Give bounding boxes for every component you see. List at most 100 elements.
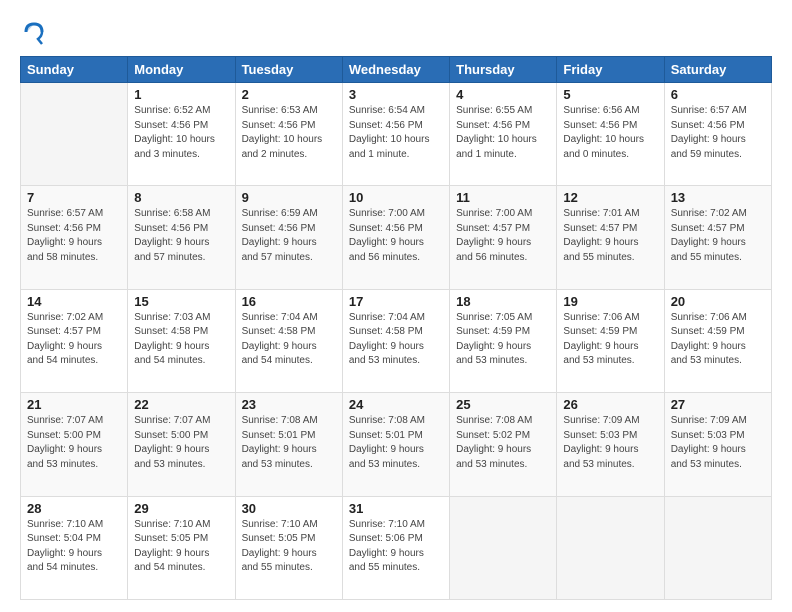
day-info: Sunrise: 7:09 AM Sunset: 5:03 PM Dayligh… (671, 414, 765, 472)
logo (20, 18, 54, 46)
calendar-cell (21, 83, 128, 186)
day-info: Sunrise: 7:05 AM Sunset: 4:59 PM Dayligh… (456, 311, 550, 369)
day-info: Sunrise: 7:08 AM Sunset: 5:01 PM Dayligh… (242, 414, 336, 472)
calendar-cell: 17 Sunrise: 7:04 AM Sunset: 4:58 PM Dayli… (342, 289, 449, 392)
day-info: Sunrise: 7:07 AM Sunset: 5:00 PM Dayligh… (134, 414, 228, 472)
calendar-cell: 23 Sunrise: 7:08 AM Sunset: 5:01 PM Dayli… (235, 393, 342, 496)
day-info: Sunrise: 7:07 AM Sunset: 5:00 PM Dayligh… (27, 414, 121, 472)
day-number: 25 (456, 397, 550, 412)
day-number: 9 (242, 190, 336, 205)
day-number: 14 (27, 294, 121, 309)
calendar-cell: 22Sunrise: 7:07 AM Sunset: 5:00 PM Dayli… (128, 393, 235, 496)
calendar-cell: 30 Sunrise: 7:10 AM Sunset: 5:05 PM Dayli… (235, 496, 342, 599)
day-info: Sunrise: 7:08 AM Sunset: 5:02 PM Dayligh… (456, 414, 550, 472)
day-info: Sunrise: 6:56 AM Sunset: 4:56 PM Dayligh… (563, 104, 657, 162)
day-info: Sunrise: 7:06 AM Sunset: 4:59 PM Dayligh… (671, 311, 765, 369)
day-number: 19 (563, 294, 657, 309)
calendar-cell (557, 496, 664, 599)
day-number: 4 (456, 87, 550, 102)
day-number: 16 (242, 294, 336, 309)
weekday-header-saturday: Saturday (664, 57, 771, 83)
logo-icon (20, 18, 48, 46)
day-info: Sunrise: 6:54 AM Sunset: 4:56 PM Dayligh… (349, 104, 443, 162)
day-info: Sunrise: 7:03 AM Sunset: 4:58 PM Dayligh… (134, 311, 228, 369)
weekday-header-monday: Monday (128, 57, 235, 83)
day-info: Sunrise: 7:00 AM Sunset: 4:56 PM Dayligh… (349, 207, 443, 265)
day-number: 27 (671, 397, 765, 412)
day-number: 17 (349, 294, 443, 309)
calendar-cell: 18 Sunrise: 7:05 AM Sunset: 4:59 PM Dayli… (450, 289, 557, 392)
calendar-cell (450, 496, 557, 599)
day-info: Sunrise: 7:02 AM Sunset: 4:57 PM Dayligh… (671, 207, 765, 265)
calendar-cell: 19 Sunrise: 7:06 AM Sunset: 4:59 PM Dayli… (557, 289, 664, 392)
day-info: Sunrise: 7:01 AM Sunset: 4:57 PM Dayligh… (563, 207, 657, 265)
day-number: 21 (27, 397, 121, 412)
day-info: Sunrise: 6:57 AM Sunset: 4:56 PM Dayligh… (27, 207, 121, 265)
weekday-header-tuesday: Tuesday (235, 57, 342, 83)
day-number: 11 (456, 190, 550, 205)
weekday-header-thursday: Thursday (450, 57, 557, 83)
day-number: 5 (563, 87, 657, 102)
calendar-cell: 12Sunrise: 7:01 AM Sunset: 4:57 PM Dayli… (557, 186, 664, 289)
day-info: Sunrise: 7:10 AM Sunset: 5:06 PM Dayligh… (349, 518, 443, 576)
day-number: 28 (27, 501, 121, 516)
day-info: Sunrise: 6:55 AM Sunset: 4:56 PM Dayligh… (456, 104, 550, 162)
day-info: Sunrise: 6:57 AM Sunset: 4:56 PM Dayligh… (671, 104, 765, 162)
header (20, 18, 772, 46)
weekday-header-friday: Friday (557, 57, 664, 83)
day-number: 23 (242, 397, 336, 412)
calendar-cell: 10 Sunrise: 7:00 AM Sunset: 4:56 PM Dayli… (342, 186, 449, 289)
calendar-cell: 25 Sunrise: 7:08 AM Sunset: 5:02 PM Dayli… (450, 393, 557, 496)
day-info: Sunrise: 7:08 AM Sunset: 5:01 PM Dayligh… (349, 414, 443, 472)
calendar-cell: 24 Sunrise: 7:08 AM Sunset: 5:01 PM Dayli… (342, 393, 449, 496)
day-number: 18 (456, 294, 550, 309)
calendar-cell: 2 Sunrise: 6:53 AM Sunset: 4:56 PM Daylig… (235, 83, 342, 186)
calendar-cell: 27 Sunrise: 7:09 AM Sunset: 5:03 PM Dayli… (664, 393, 771, 496)
calendar-cell: 4 Sunrise: 6:55 AM Sunset: 4:56 PM Daylig… (450, 83, 557, 186)
day-number: 30 (242, 501, 336, 516)
calendar-cell: 21 Sunrise: 7:07 AM Sunset: 5:00 PM Dayli… (21, 393, 128, 496)
weekday-header-sunday: Sunday (21, 57, 128, 83)
day-info: Sunrise: 7:04 AM Sunset: 4:58 PM Dayligh… (242, 311, 336, 369)
day-info: Sunrise: 6:53 AM Sunset: 4:56 PM Dayligh… (242, 104, 336, 162)
day-info: Sunrise: 7:02 AM Sunset: 4:57 PM Dayligh… (27, 311, 121, 369)
calendar-cell (664, 496, 771, 599)
calendar-table: SundayMondayTuesdayWednesdayThursdayFrid… (20, 56, 772, 600)
calendar-week-1: 1Sunrise: 6:52 AM Sunset: 4:56 PM Daylig… (21, 83, 772, 186)
day-info: Sunrise: 6:59 AM Sunset: 4:56 PM Dayligh… (242, 207, 336, 265)
calendar-cell: 29 Sunrise: 7:10 AM Sunset: 5:05 PM Dayli… (128, 496, 235, 599)
day-info: Sunrise: 7:10 AM Sunset: 5:05 PM Dayligh… (134, 518, 228, 576)
calendar-cell: 5 Sunrise: 6:56 AM Sunset: 4:56 PM Daylig… (557, 83, 664, 186)
day-info: Sunrise: 7:06 AM Sunset: 4:59 PM Dayligh… (563, 311, 657, 369)
day-info: Sunrise: 7:10 AM Sunset: 5:05 PM Dayligh… (242, 518, 336, 576)
day-number: 20 (671, 294, 765, 309)
day-number: 10 (349, 190, 443, 205)
day-number: 31 (349, 501, 443, 516)
day-number: 7 (27, 190, 121, 205)
calendar-cell: 7 Sunrise: 6:57 AM Sunset: 4:56 PM Daylig… (21, 186, 128, 289)
calendar-cell: 11 Sunrise: 7:00 AM Sunset: 4:57 PM Dayli… (450, 186, 557, 289)
day-info: Sunrise: 6:58 AM Sunset: 4:56 PM Dayligh… (134, 207, 228, 265)
calendar-cell: 6Sunrise: 6:57 AM Sunset: 4:56 PM Daylig… (664, 83, 771, 186)
calendar-week-2: 7 Sunrise: 6:57 AM Sunset: 4:56 PM Daylig… (21, 186, 772, 289)
day-number: 2 (242, 87, 336, 102)
calendar-cell: 8Sunrise: 6:58 AM Sunset: 4:56 PM Daylig… (128, 186, 235, 289)
day-number: 26 (563, 397, 657, 412)
calendar-cell: 28Sunrise: 7:10 AM Sunset: 5:04 PM Dayli… (21, 496, 128, 599)
day-number: 15 (134, 294, 228, 309)
day-number: 3 (349, 87, 443, 102)
day-number: 13 (671, 190, 765, 205)
weekday-header-wednesday: Wednesday (342, 57, 449, 83)
day-info: Sunrise: 7:04 AM Sunset: 4:58 PM Dayligh… (349, 311, 443, 369)
calendar-cell: 9 Sunrise: 6:59 AM Sunset: 4:56 PM Daylig… (235, 186, 342, 289)
weekday-header-row: SundayMondayTuesdayWednesdayThursdayFrid… (21, 57, 772, 83)
calendar-cell: 14 Sunrise: 7:02 AM Sunset: 4:57 PM Dayli… (21, 289, 128, 392)
day-info: Sunrise: 6:52 AM Sunset: 4:56 PM Dayligh… (134, 104, 228, 162)
day-number: 29 (134, 501, 228, 516)
calendar-cell: 20 Sunrise: 7:06 AM Sunset: 4:59 PM Dayli… (664, 289, 771, 392)
day-number: 24 (349, 397, 443, 412)
calendar-cell: 26Sunrise: 7:09 AM Sunset: 5:03 PM Dayli… (557, 393, 664, 496)
calendar-cell: 1Sunrise: 6:52 AM Sunset: 4:56 PM Daylig… (128, 83, 235, 186)
day-info: Sunrise: 7:00 AM Sunset: 4:57 PM Dayligh… (456, 207, 550, 265)
calendar-week-3: 14 Sunrise: 7:02 AM Sunset: 4:57 PM Dayli… (21, 289, 772, 392)
